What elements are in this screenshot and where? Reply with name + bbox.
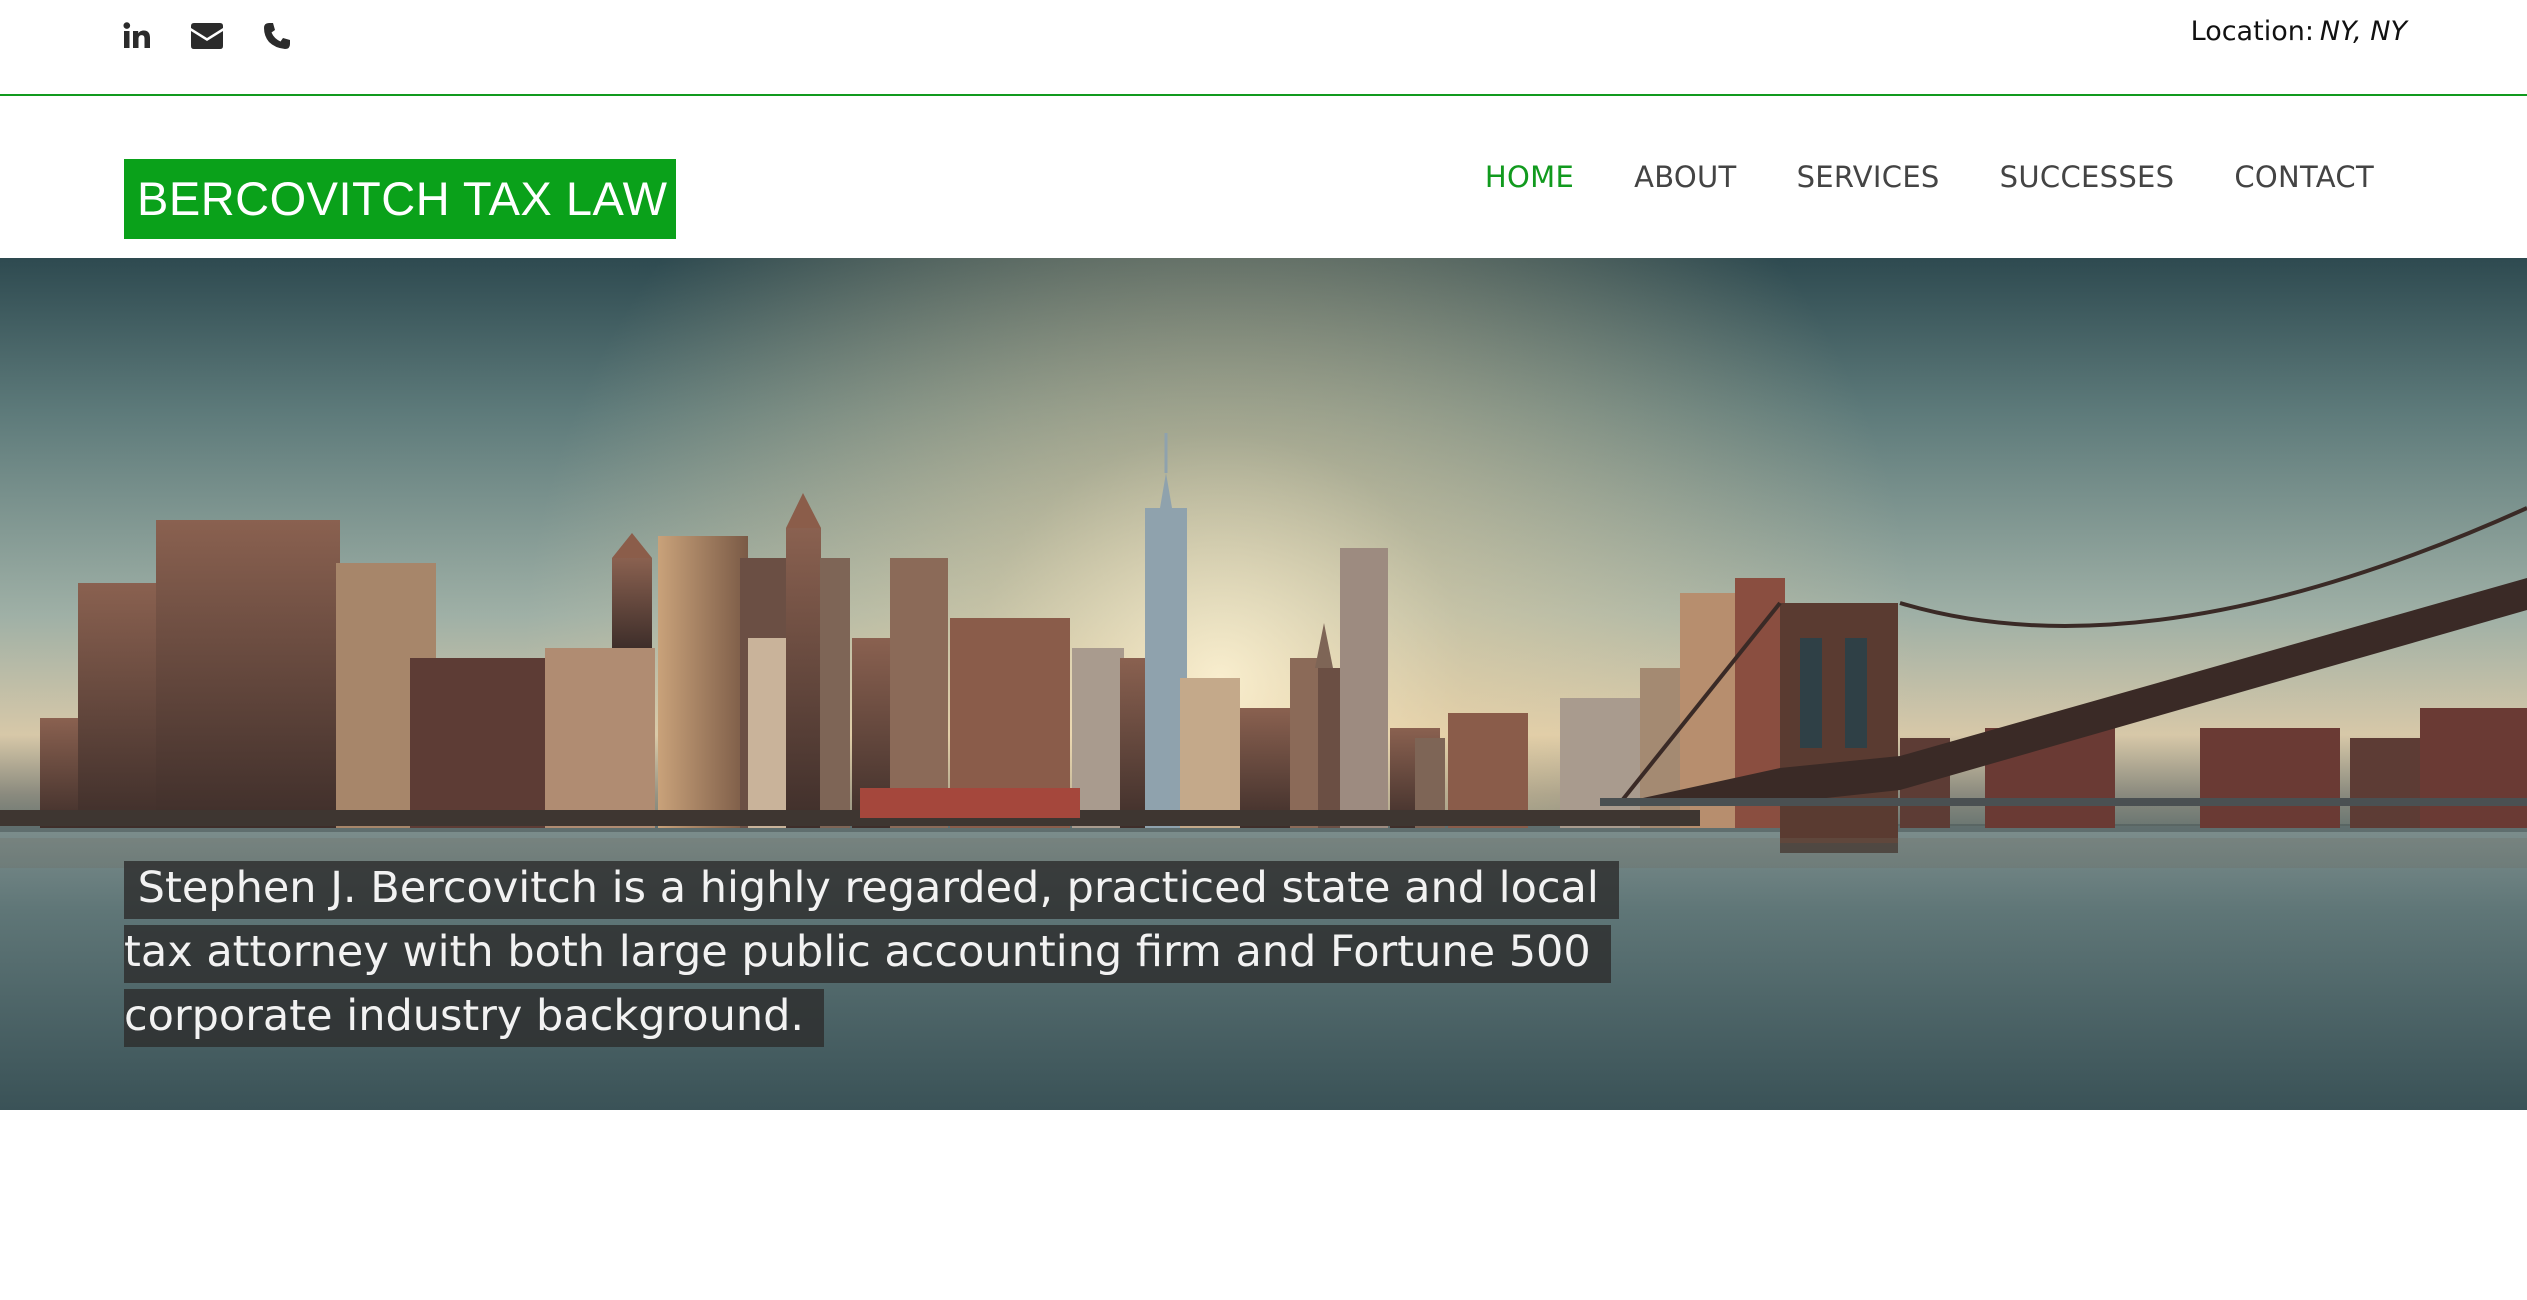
top-bar: Location: NY, NY: [0, 0, 2527, 96]
hero-banner: Stephen J. Bercovitch is a highly regard…: [0, 258, 2527, 1110]
location-info: Location: NY, NY: [2191, 16, 2407, 47]
site-header: BERCOVITCH TAX LAW HOME ABOUT SERVICES S…: [0, 98, 2527, 258]
phone-icon[interactable]: [260, 19, 294, 53]
location-label: Location:: [2190, 16, 2314, 47]
nav-home[interactable]: HOME: [1485, 160, 1574, 194]
location-value: NY, NY: [2319, 16, 2407, 47]
hero-tagline: Stephen J. Bercovitch is a highly regard…: [124, 856, 1619, 1048]
main-nav: HOME ABOUT SERVICES SUCCESSES CONTACT: [1485, 160, 2374, 194]
envelope-icon[interactable]: [190, 19, 224, 53]
tagline-text: Stephen J. Bercovitch is a highly regard…: [124, 861, 1619, 1047]
linkedin-icon[interactable]: [120, 19, 154, 53]
nav-successes[interactable]: SUCCESSES: [2000, 160, 2175, 194]
nav-services[interactable]: SERVICES: [1797, 160, 1940, 194]
site-logo[interactable]: BERCOVITCH TAX LAW: [124, 159, 676, 239]
nav-contact[interactable]: CONTACT: [2234, 160, 2374, 194]
social-links: [120, 18, 294, 54]
nav-about[interactable]: ABOUT: [1634, 160, 1737, 194]
